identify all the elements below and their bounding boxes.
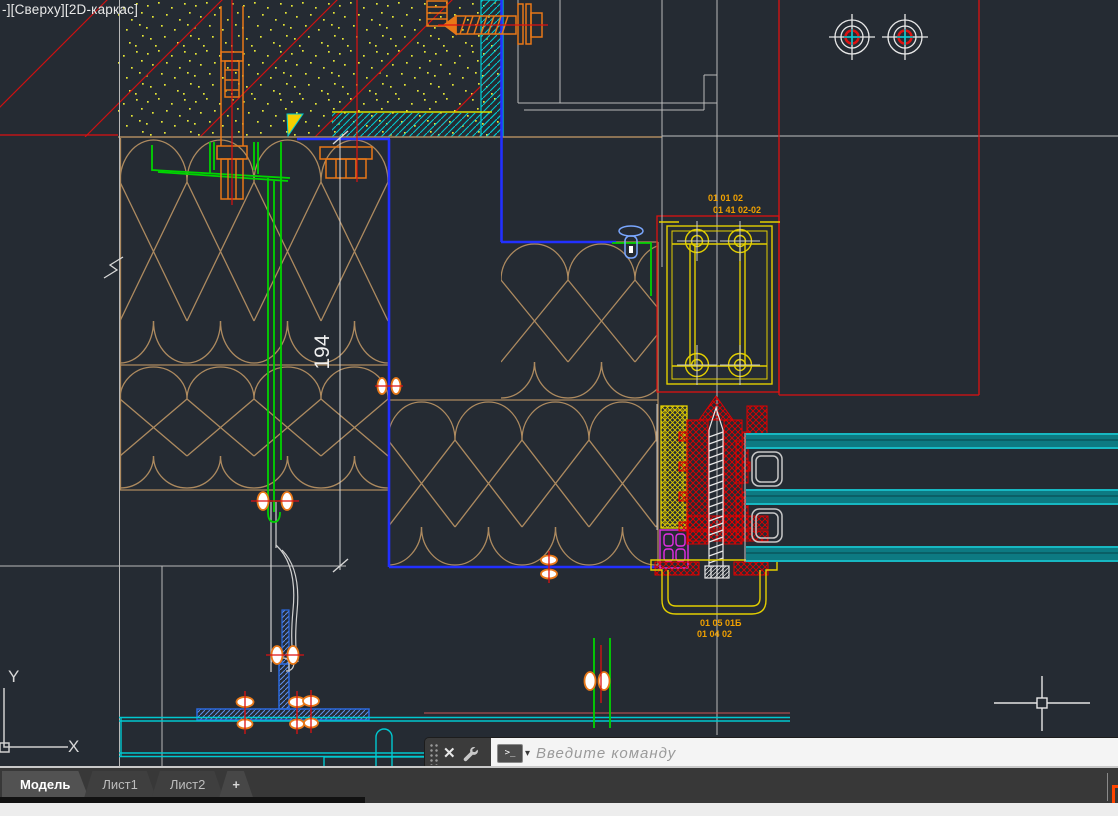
code-top-1: 01 01 02 <box>708 193 743 203</box>
code-top-2: 01 41 02-02 <box>713 205 761 215</box>
viewport-controls-label[interactable]: -][Сверху][2D-каркас] <box>2 2 138 17</box>
customize-wrench-icon[interactable] <box>461 745 478 762</box>
t-profile <box>196 609 370 721</box>
tab-model[interactable]: Модель <box>2 771 88 797</box>
tab-layout1[interactable]: Лист1 <box>84 771 155 797</box>
ucs-y-label: Y <box>8 667 19 686</box>
window-profile-top <box>659 221 780 385</box>
code-bottom-2: 01 04 02 <box>697 629 732 639</box>
code-bottom-1: 01 05 01Б <box>700 618 742 628</box>
tab-layout2[interactable]: Лист2 <box>152 771 223 797</box>
anchor-target-symbols <box>829 14 928 60</box>
command-input[interactable] <box>534 744 1118 763</box>
dimension-text: 194 <box>311 334 334 369</box>
clipped-corner-icon <box>1112 785 1118 803</box>
tab-bar-separator <box>1107 773 1108 801</box>
glazing-unit <box>744 433 1118 562</box>
drawing-canvas[interactable]: 194 01 01 02 01 41 02-02 01 05 01Б 01 04… <box>0 0 1118 766</box>
command-prompt-icon[interactable]: >_ <box>497 744 523 763</box>
ucs-icon: Y X <box>0 667 79 756</box>
command-bar-handle[interactable]: ✕ <box>425 738 491 769</box>
red-reference-lines <box>656 0 980 396</box>
close-icon[interactable]: ✕ <box>443 746 456 761</box>
crosshair-cursor <box>994 676 1090 731</box>
bottom-strip <box>0 803 1118 816</box>
application-window: 194 01 01 02 01 41 02-02 01 05 01Б 01 04… <box>0 0 1118 816</box>
layout-tab-bar: Модель Лист1 Лист2 + <box>0 766 1118 805</box>
add-layout-tab-button[interactable]: + <box>219 771 253 797</box>
ucs-x-label: X <box>68 737 79 756</box>
drag-grip-icon[interactable] <box>429 742 438 765</box>
chevron-down-icon[interactable]: ▾ <box>525 748 530 759</box>
command-input-area[interactable]: >_ ▾ <box>491 738 1118 769</box>
